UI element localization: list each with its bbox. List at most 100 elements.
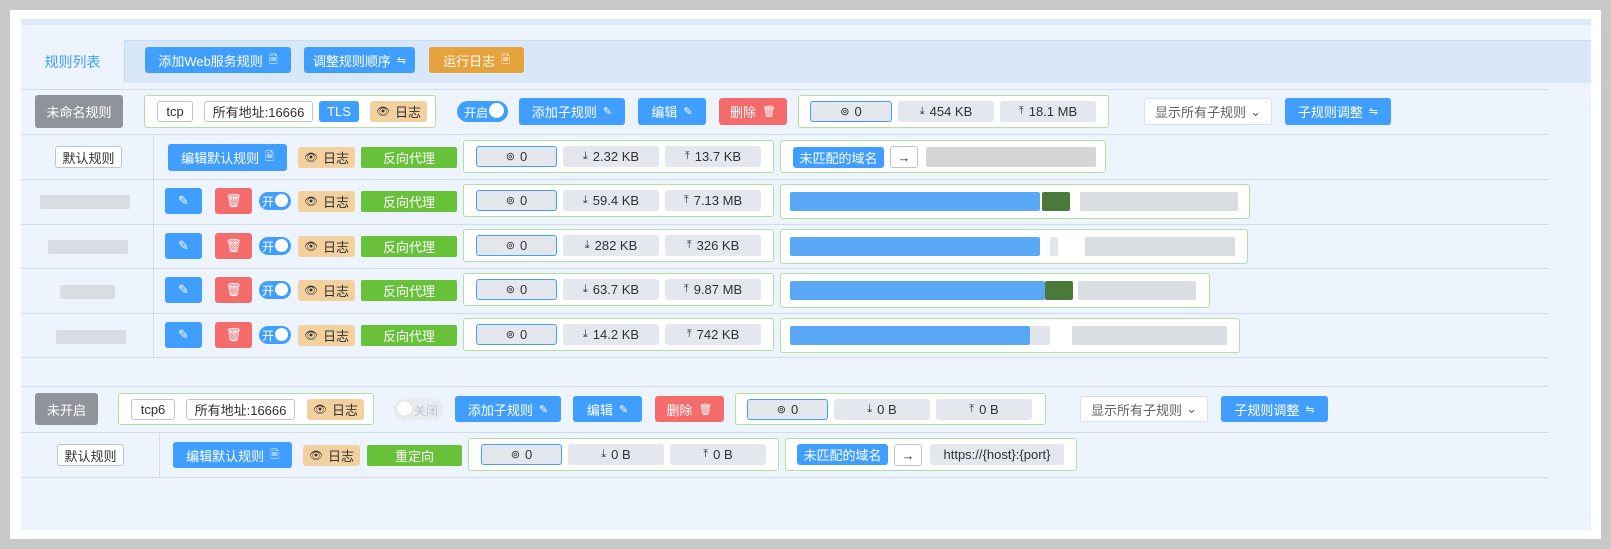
redirect-target-value: https://{host}:{port} <box>943 447 1051 462</box>
edit-icon: ✎ <box>538 403 549 416</box>
rule-name-badge: 未开启 <box>35 393 98 425</box>
eye-icon: 👁 <box>309 450 323 462</box>
upload-icon: ⤒ <box>683 194 689 206</box>
log-button[interactable]: 👁 日志 <box>298 147 355 168</box>
redacted-subrule-name <box>60 285 115 299</box>
file-icon: 🗎 <box>265 151 274 163</box>
subrule-filter-select[interactable]: 显示所有子规则 ⌄ <box>1080 396 1208 422</box>
edit-label: 编辑 <box>586 402 613 418</box>
delete-subrule-button[interactable]: 🗑 <box>215 277 252 303</box>
connections-value: 0 <box>519 193 528 208</box>
redacted-domain <box>790 281 1045 300</box>
redacted-arrow <box>1045 281 1073 300</box>
tab-rule-list[interactable]: 规则列表 <box>21 40 125 83</box>
enable-toggle[interactable]: 关闭 <box>394 399 444 420</box>
swap-icon: ⇋ <box>396 54 407 67</box>
subrule-filter-select[interactable]: 显示所有子规则 ⌄ <box>1144 98 1272 125</box>
connections-stat: ⊚ 0 <box>476 190 557 211</box>
edit-subrule-button[interactable]: ✎ <box>165 277 202 303</box>
reorder-rules-label: 调整规则顺序 <box>312 53 391 69</box>
redacted-arrow <box>1030 326 1050 345</box>
delete-button[interactable]: 删除 🗑 <box>655 396 724 422</box>
log-button[interactable]: 👁 日志 <box>298 325 355 346</box>
redacted-subrule-name <box>56 330 126 344</box>
reverse-proxy-tag: 反向代理 <box>361 191 457 212</box>
upload-stat: ⤒ 742 KB <box>665 324 761 345</box>
add-subrule-button[interactable]: 添加子规则 ✎ <box>519 98 625 125</box>
reverse-proxy-tag: 反向代理 <box>361 236 457 257</box>
subrule-toggle[interactable]: 开 <box>259 281 291 299</box>
edit-button[interactable]: 编辑 ✎ <box>573 396 642 422</box>
default-rule-label: 默认规则 <box>62 150 115 166</box>
download-icon: ⤓ <box>584 239 590 251</box>
toggle-label: 开 <box>262 240 275 254</box>
log-button[interactable]: 👁 日志 <box>298 191 355 212</box>
download-stat: ⤓ 59.4 KB <box>563 190 659 211</box>
download-stat: ⤓ 0 B <box>834 399 930 420</box>
reverse-proxy-tag: 反向代理 <box>361 280 457 301</box>
connections-stat: ⊚ 0 <box>476 279 557 300</box>
upload-stat: ⤒ 13.7 KB <box>665 146 761 167</box>
subrule-adjust-button[interactable]: 子规则调整 ⇋ <box>1221 396 1328 422</box>
delete-button[interactable]: 删除 🗑 <box>719 98 787 125</box>
download-value: 59.4 KB <box>592 193 640 208</box>
add-web-rule-button[interactable]: 添加Web服务规则 🗎 <box>145 47 291 73</box>
edit-subrule-button[interactable]: ✎ <box>165 322 202 348</box>
file-icon: 🗎 <box>501 53 510 66</box>
trash-icon: 🗑 <box>225 327 242 342</box>
connections-stat: ⊚ 0 <box>476 146 557 167</box>
add-subrule-button[interactable]: 添加子规则 ✎ <box>455 396 561 422</box>
connections-stat: ⊚ 0 <box>747 399 828 420</box>
download-stat: ⤓ 454 KB <box>898 101 994 122</box>
log-button[interactable]: 👁 日志 <box>298 236 355 257</box>
delete-subrule-button[interactable]: 🗑 <box>215 188 252 214</box>
log-label: 日志 <box>322 195 349 210</box>
log-button[interactable]: 👁 日志 <box>370 101 427 122</box>
link-icon: ⊚ <box>505 329 515 341</box>
reverse-proxy-label: 反向代理 <box>382 151 435 166</box>
edit-default-rule-button[interactable]: 编辑默认规则 🗎 <box>173 442 292 468</box>
edit-icon: ✎ <box>178 327 189 342</box>
protocol-tag: tcp6 <box>131 399 175 420</box>
delete-subrule-button[interactable]: 🗑 <box>215 322 252 348</box>
edit-button[interactable]: 编辑 ✎ <box>638 98 706 125</box>
subrule-toggle[interactable]: 开 <box>259 192 291 210</box>
redacted-target <box>926 147 1096 167</box>
default-rule-label: 默认规则 <box>64 448 117 464</box>
redacted-arrow <box>1050 237 1058 256</box>
download-stat: ⤓ 0 B <box>568 444 664 465</box>
edit-default-rule-button[interactable]: 编辑默认规则 🗎 <box>168 144 287 171</box>
toggle-label: 开 <box>262 195 275 209</box>
upload-value: 326 KB <box>696 238 740 253</box>
link-icon: ⊚ <box>776 404 786 416</box>
add-web-rule-label: 添加Web服务规则 <box>158 53 263 69</box>
edit-icon: ✎ <box>178 193 189 208</box>
link-icon: ⊚ <box>505 240 515 252</box>
protocol-label: tcp6 <box>140 402 166 417</box>
redirect-label: 重定向 <box>394 449 434 464</box>
edit-subrule-button[interactable]: ✎ <box>165 188 202 214</box>
log-button[interactable]: 👁 日志 <box>303 445 360 466</box>
eye-icon: 👁 <box>304 152 318 164</box>
edit-default-label: 编辑默认规则 <box>186 448 265 464</box>
delete-subrule-button[interactable]: 🗑 <box>215 233 252 259</box>
chevron-down-icon: ⌄ <box>1186 401 1197 416</box>
trash-icon: 🗑 <box>762 106 776 118</box>
subrule-adjust-button[interactable]: 子规则调整 ⇋ <box>1285 98 1391 125</box>
run-log-button[interactable]: 运行日志 🗎 <box>429 47 524 73</box>
reverse-proxy-tag: 反向代理 <box>361 147 457 168</box>
log-button[interactable]: 👁 日志 <box>307 399 364 420</box>
subrule-toggle[interactable]: 开 <box>259 237 291 255</box>
reorder-rules-button[interactable]: 调整规则顺序 ⇋ <box>304 47 415 73</box>
download-icon: ⤓ <box>919 105 925 117</box>
upload-stat: ⤒ 0 B <box>936 399 1032 420</box>
subrule-toggle[interactable]: 开 <box>259 326 291 344</box>
enable-toggle[interactable]: 开启 <box>457 101 508 122</box>
redacted-arrow <box>1042 192 1070 211</box>
connections-stat: ⊚ 0 <box>481 444 562 465</box>
log-button[interactable]: 👁 日志 <box>298 280 355 301</box>
rule-name-badge: 未命名规则 <box>35 95 123 128</box>
edit-subrule-button[interactable]: ✎ <box>165 233 202 259</box>
swap-icon: ⇋ <box>1305 403 1315 416</box>
reverse-proxy-tag: 反向代理 <box>361 325 457 346</box>
